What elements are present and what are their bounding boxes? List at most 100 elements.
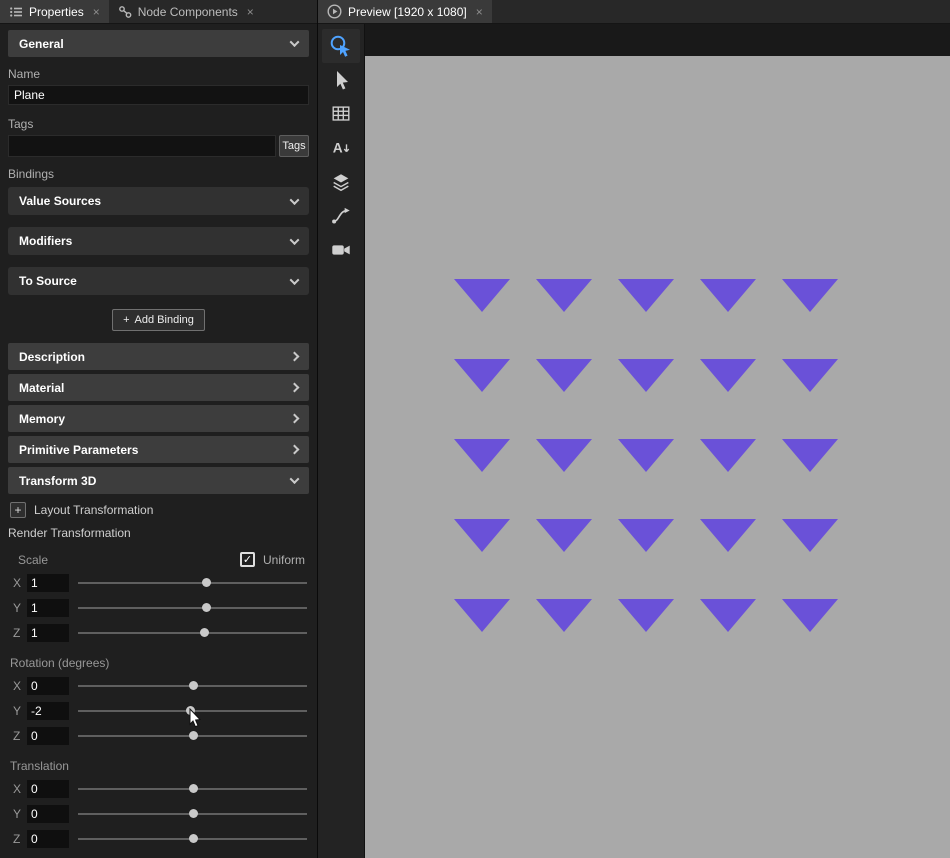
slider-thumb[interactable] bbox=[189, 809, 198, 818]
sub-header-label: Value Sources bbox=[19, 194, 101, 208]
axis-label: Z bbox=[8, 729, 27, 743]
section-header-material[interactable]: Material bbox=[8, 374, 309, 401]
rotation-y-slider[interactable] bbox=[78, 702, 307, 720]
translation-x-slider[interactable] bbox=[78, 780, 307, 798]
translation-z-input[interactable] bbox=[27, 830, 69, 848]
scale-z-input[interactable] bbox=[27, 624, 69, 642]
slider-thumb[interactable] bbox=[200, 628, 209, 637]
rotation-z-slider[interactable] bbox=[78, 727, 307, 745]
axis-label: X bbox=[8, 679, 27, 693]
tab-node-components[interactable]: Node Components × bbox=[109, 0, 263, 23]
axis-label: Z bbox=[8, 832, 27, 846]
tool-layers[interactable] bbox=[322, 165, 360, 199]
rotation-x-input[interactable] bbox=[27, 677, 69, 695]
scale-z-slider[interactable] bbox=[78, 624, 307, 642]
close-icon[interactable]: × bbox=[247, 6, 254, 18]
triangle bbox=[536, 519, 592, 552]
triangle bbox=[782, 439, 838, 472]
scale-row: Scale ✓ Uniform bbox=[8, 552, 309, 567]
rotation-x-slider[interactable] bbox=[78, 677, 307, 695]
slider-thumb[interactable] bbox=[189, 784, 198, 793]
scale-y-input[interactable] bbox=[27, 599, 69, 617]
rotation-z-row: Z bbox=[8, 726, 309, 745]
tool-select[interactable] bbox=[322, 63, 360, 97]
slider-thumb[interactable] bbox=[189, 731, 198, 740]
triangle bbox=[536, 439, 592, 472]
scale-x-slider[interactable] bbox=[78, 574, 307, 592]
uniform-checkbox[interactable]: ✓ bbox=[240, 552, 255, 567]
name-input[interactable] bbox=[8, 85, 309, 105]
left-tabbar: Properties × Node Components × bbox=[0, 0, 317, 24]
add-binding-button[interactable]: + Add Binding bbox=[112, 309, 205, 331]
select-tool-icon bbox=[329, 68, 353, 92]
text-tool-icon: A bbox=[330, 137, 352, 159]
tool-interaction[interactable] bbox=[322, 29, 360, 63]
tags-button[interactable]: Tags bbox=[279, 135, 309, 157]
tool-grid[interactable] bbox=[322, 97, 360, 131]
translation-x-input[interactable] bbox=[27, 780, 69, 798]
triangle bbox=[700, 519, 756, 552]
tab-label: Properties bbox=[29, 5, 84, 19]
sub-header-label: Modifiers bbox=[19, 234, 72, 248]
slider-thumb[interactable] bbox=[189, 834, 198, 843]
translation-z-slider[interactable] bbox=[78, 830, 307, 848]
value-sources-header[interactable]: Value Sources bbox=[8, 187, 309, 215]
scale-z-row: Z bbox=[8, 623, 309, 642]
slider-thumb[interactable] bbox=[202, 603, 211, 612]
tool-connector[interactable] bbox=[322, 199, 360, 233]
properties-pane: Properties × Node Components × General N… bbox=[0, 0, 318, 858]
rotation-y-input[interactable] bbox=[27, 702, 69, 720]
chevron-right-icon bbox=[290, 383, 300, 393]
scale-x-input[interactable] bbox=[27, 574, 69, 592]
svg-text:A: A bbox=[333, 141, 343, 156]
chevron-down-icon bbox=[290, 235, 300, 245]
triangle bbox=[454, 439, 510, 472]
bindings-label: Bindings bbox=[8, 167, 309, 181]
translation-y-input[interactable] bbox=[27, 805, 69, 823]
triangle bbox=[618, 279, 674, 312]
triangle bbox=[782, 519, 838, 552]
triangle bbox=[454, 519, 510, 552]
triangle bbox=[618, 519, 674, 552]
section-header-general[interactable]: General bbox=[8, 30, 309, 57]
section-header-description[interactable]: Description bbox=[8, 343, 309, 370]
axis-label: Y bbox=[8, 601, 27, 615]
close-icon[interactable]: × bbox=[93, 6, 100, 18]
scale-y-slider[interactable] bbox=[78, 599, 307, 617]
axis-label: Y bbox=[8, 807, 27, 821]
close-icon[interactable]: × bbox=[476, 6, 483, 18]
preview-canvas[interactable] bbox=[365, 56, 950, 858]
section-header-memory[interactable]: Memory bbox=[8, 405, 309, 432]
section-header-primitive-parameters[interactable]: Primitive Parameters bbox=[8, 436, 309, 463]
section-header-transform-3d[interactable]: Transform 3D bbox=[8, 467, 309, 494]
tags-input[interactable] bbox=[8, 135, 276, 157]
tool-camera[interactable] bbox=[322, 233, 360, 267]
add-layout-transformation-button[interactable]: + bbox=[10, 502, 26, 518]
layout-transformation-row: + Layout Transformation bbox=[8, 502, 309, 518]
tab-properties[interactable]: Properties × bbox=[0, 0, 109, 23]
triangle bbox=[454, 359, 510, 392]
tab-preview[interactable]: Preview [1920 x 1080] × bbox=[318, 0, 492, 23]
translation-y-slider[interactable] bbox=[78, 805, 307, 823]
axis-label: Y bbox=[8, 704, 27, 718]
chevron-down-icon bbox=[290, 37, 300, 47]
tool-text[interactable]: A bbox=[322, 131, 360, 165]
triangle bbox=[618, 599, 674, 632]
interaction-tool-icon bbox=[329, 34, 353, 58]
slider-thumb[interactable] bbox=[186, 706, 195, 715]
chevron-right-icon bbox=[290, 445, 300, 455]
slider-thumb[interactable] bbox=[189, 681, 198, 690]
triangle bbox=[782, 279, 838, 312]
translation-label: Translation bbox=[8, 759, 309, 773]
chevron-down-icon bbox=[290, 195, 300, 205]
name-label: Name bbox=[8, 67, 309, 81]
triangle bbox=[618, 359, 674, 392]
rotation-y-row: Y bbox=[8, 701, 309, 720]
to-source-header[interactable]: To Source bbox=[8, 267, 309, 295]
modifiers-header[interactable]: Modifiers bbox=[8, 227, 309, 255]
slider-thumb[interactable] bbox=[202, 578, 211, 587]
translation-z-row: Z bbox=[8, 829, 309, 848]
rotation-z-input[interactable] bbox=[27, 727, 69, 745]
properties-panel: General Name Tags Tags Bindings Value So… bbox=[0, 24, 317, 858]
axis-label: Z bbox=[8, 626, 27, 640]
